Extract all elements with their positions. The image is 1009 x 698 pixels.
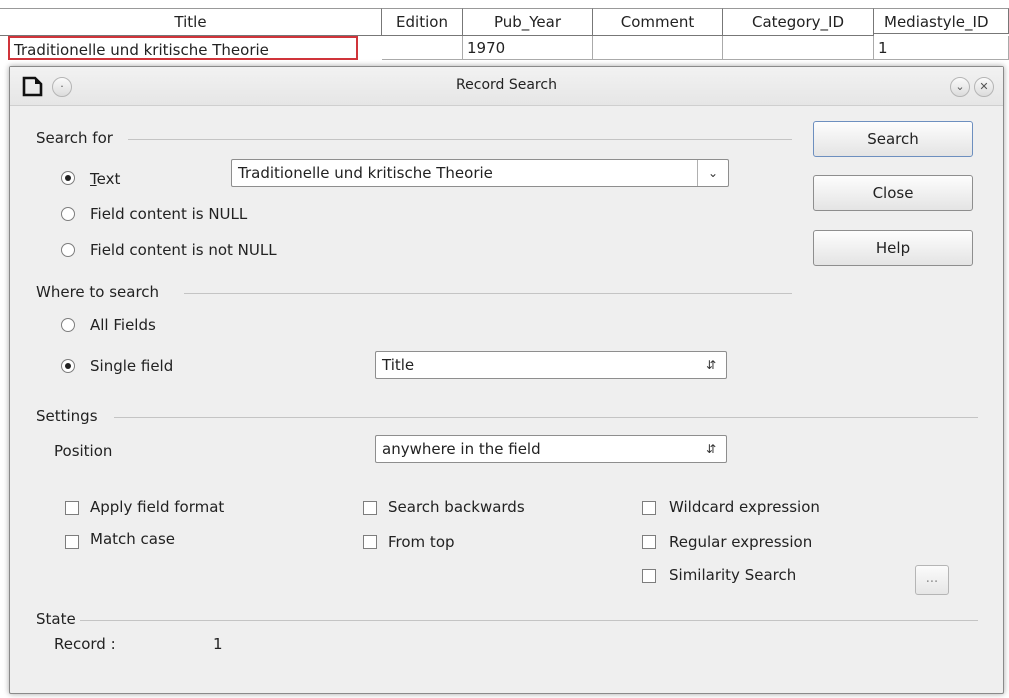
checkbox-match-case[interactable]	[65, 535, 79, 549]
table-cell-comment[interactable]	[593, 36, 723, 60]
position-value: anywhere in the field	[382, 440, 541, 458]
where-to-search-heading: Where to search	[36, 283, 160, 301]
radio-field-null-label[interactable]: Field content is NULL	[90, 205, 247, 223]
checkbox-apply-field-format[interactable]	[65, 501, 79, 515]
state-heading: State	[36, 610, 76, 628]
match-case-label[interactable]: Match case	[90, 530, 175, 548]
updown-arrows-icon[interactable]: ⇵	[696, 352, 726, 378]
regular-expression-label[interactable]: Regular expression	[669, 533, 812, 551]
close-icon[interactable]: ✕	[974, 77, 994, 97]
search-text-combobox[interactable]: Traditionelle und kritische Theorie ⌄	[231, 159, 729, 187]
radio-field-not-null[interactable]	[61, 243, 75, 257]
divider	[184, 293, 792, 294]
single-field-value: Title	[382, 356, 415, 374]
divider	[80, 620, 978, 621]
search-backwards-label[interactable]: Search backwards	[388, 498, 525, 516]
updown-arrows-icon[interactable]: ⇵	[696, 436, 726, 462]
checkbox-search-backwards[interactable]	[363, 501, 377, 515]
search-button[interactable]: Search	[813, 121, 973, 157]
chevron-down-icon[interactable]: ⌄	[697, 160, 728, 186]
record-label: Record :	[54, 635, 116, 653]
column-header-category-id[interactable]: Category_ID	[723, 8, 874, 36]
minimize-icon[interactable]: ⌄	[950, 77, 970, 97]
table-cell-category-id[interactable]	[723, 36, 874, 60]
column-header-title[interactable]: Title	[0, 8, 382, 36]
divider	[114, 417, 978, 418]
from-top-label[interactable]: From top	[388, 533, 455, 551]
help-button[interactable]: Help	[813, 230, 973, 266]
radio-text[interactable]	[61, 171, 75, 185]
radio-all-fields[interactable]	[61, 318, 75, 332]
checkbox-similarity-search[interactable]	[642, 569, 656, 583]
radio-single-field[interactable]	[61, 359, 75, 373]
radio-field-not-null-label[interactable]: Field content is not NULL	[90, 241, 277, 259]
table-cell-title[interactable]: Traditionelle und kritische Theorie	[8, 36, 358, 60]
table-cell-edition[interactable]	[382, 36, 463, 60]
checkbox-wildcard-expression[interactable]	[642, 501, 656, 515]
radio-all-fields-label[interactable]: All Fields	[90, 316, 156, 334]
position-select[interactable]: anywhere in the field ⇵	[375, 435, 727, 463]
settings-heading: Settings	[36, 407, 98, 425]
radio-field-null[interactable]	[61, 207, 75, 221]
wildcard-expression-label[interactable]: Wildcard expression	[669, 498, 820, 516]
radio-single-field-label[interactable]: Single field	[90, 357, 173, 375]
column-header-mediastyle-id[interactable]: Mediastyle_ID	[874, 8, 1009, 34]
record-value: 1	[213, 635, 223, 653]
similarity-search-label[interactable]: Similarity Search	[669, 566, 796, 584]
close-button[interactable]: Close	[813, 175, 973, 211]
table-cell-mediastyle-id[interactable]: 1	[874, 36, 1009, 60]
divider	[128, 139, 792, 140]
column-header-edition[interactable]: Edition	[382, 8, 463, 36]
dialog-title: Record Search	[456, 77, 557, 93]
checkbox-regular-expression[interactable]	[642, 535, 656, 549]
column-header-pub-year[interactable]: Pub_Year	[463, 8, 593, 36]
checkbox-from-top[interactable]	[363, 535, 377, 549]
record-search-dialog: · Record Search ⌄ ✕ Search for Text Trad…	[9, 66, 1004, 694]
apply-field-format-label[interactable]: Apply field format	[90, 498, 224, 516]
dialog-titlebar[interactable]: · Record Search ⌄ ✕	[10, 67, 1003, 106]
search-for-heading: Search for	[36, 129, 113, 147]
single-field-select[interactable]: Title ⇵	[375, 351, 727, 379]
search-text-value: Traditionelle und kritische Theorie	[238, 164, 493, 182]
similarity-options-button[interactable]: ...	[915, 565, 949, 595]
column-header-comment[interactable]: Comment	[593, 8, 723, 36]
radio-text-label[interactable]: Text	[90, 170, 120, 188]
table-cell-pub-year[interactable]: 1970	[463, 36, 593, 60]
position-label: Position	[54, 442, 113, 460]
